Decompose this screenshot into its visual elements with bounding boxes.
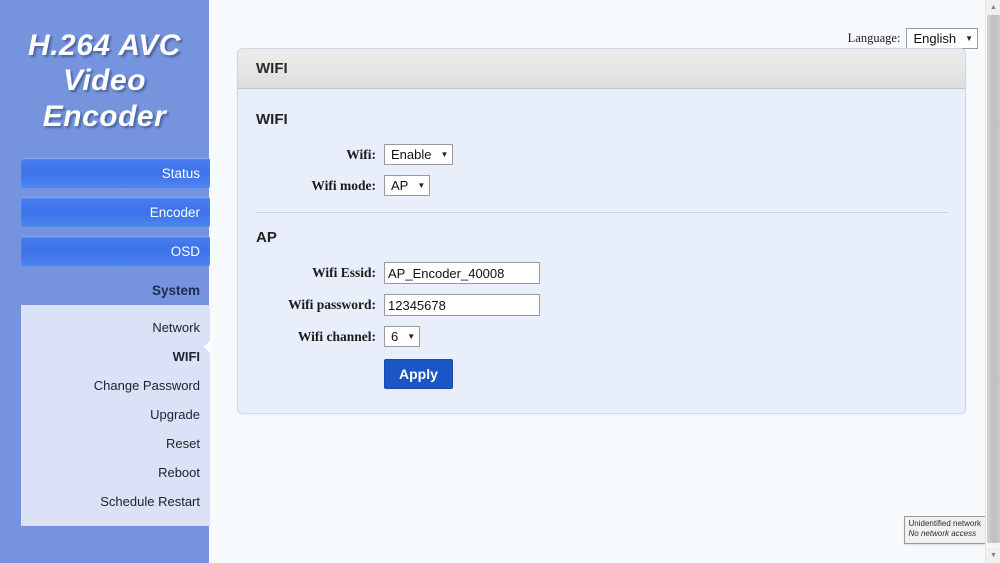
sidebar-item-label: Upgrade: [150, 407, 200, 422]
chevron-down-icon: ▼: [965, 34, 973, 43]
language-select-value: English: [913, 31, 957, 46]
sidebar-item-label: Change Password: [93, 378, 200, 393]
brand-line-1: H.264 AVC: [28, 29, 181, 62]
section-title-wifi: WIFI: [256, 111, 288, 128]
scroll-up-icon[interactable]: ▲: [986, 0, 1000, 15]
sidebar-item-network[interactable]: Network: [21, 313, 210, 342]
wifi-essid-input[interactable]: [384, 262, 540, 284]
brand-logo: H.264 AVC Video Encoder: [0, 0, 209, 134]
sidebar-item-label: Reset: [166, 436, 200, 451]
sidebar: H.264 AVC Video Encoder Status Encoder O…: [0, 0, 211, 563]
chevron-down-icon: ▼: [417, 181, 426, 190]
wifi-enable-select-value: Enable: [391, 147, 432, 162]
field-row-wifi-essid: Wifi Essid:: [238, 262, 965, 284]
field-label-wifi-mode: Wifi mode:: [311, 177, 376, 193]
sidebar-item-wifi[interactable]: WIFI: [21, 342, 210, 371]
scrollbar-thumb[interactable]: [987, 15, 1000, 543]
panel-body: WIFI Wifi: Enable ▼ Wifi mode: AP ▼ AP W: [238, 89, 965, 413]
chevron-down-icon: ▼: [440, 150, 449, 159]
sidebar-item-reboot[interactable]: Reboot: [21, 458, 210, 487]
brand-line-2: Video Encoder: [42, 64, 167, 133]
sidebar-item-encoder[interactable]: Encoder: [21, 197, 210, 227]
field-row-wifi-mode: Wifi mode: AP ▼: [238, 175, 965, 196]
active-item-pointer-icon: [204, 340, 211, 354]
sidebar-group-label: System: [151, 282, 200, 298]
apply-row: Apply: [238, 359, 965, 389]
section-title-ap: AP: [256, 229, 277, 246]
tooltip-line-2: No network access: [908, 529, 977, 539]
sidebar-item-reset[interactable]: Reset: [21, 429, 210, 458]
field-row-wifi-password: Wifi password:: [238, 294, 965, 316]
sidebar-item-label: OSD: [170, 243, 200, 259]
chevron-down-icon: ▼: [407, 332, 416, 341]
field-row-wifi-channel: Wifi channel: 6 ▼: [238, 326, 965, 347]
sidebar-item-label: Reboot: [158, 465, 200, 480]
sidebar-item-label: Status: [161, 165, 200, 181]
field-row-wifi: Wifi: Enable ▼: [238, 144, 965, 165]
sidebar-item-status[interactable]: Status: [21, 158, 210, 188]
field-label-wifi-password: Wifi password:: [288, 297, 376, 312]
language-selector: Language: English ▼: [848, 28, 978, 49]
sidebar-item-label: WIFI: [172, 349, 200, 364]
sidebar-item-label: Schedule Restart: [100, 494, 200, 509]
panel-title: WIFI: [256, 60, 288, 77]
sidebar-item-label: Encoder: [149, 204, 200, 220]
sidebar-item-change-password[interactable]: Change Password: [21, 371, 210, 400]
field-label-wifi-essid: Wifi Essid:: [312, 265, 376, 280]
wifi-channel-select-value: 6: [391, 329, 399, 344]
wifi-mode-select-value: AP: [391, 178, 409, 193]
wifi-enable-select[interactable]: Enable ▼: [384, 144, 454, 165]
wifi-panel: WIFI WIFI Wifi: Enable ▼ Wifi mode: AP ▼: [237, 48, 966, 414]
sidebar-item-upgrade[interactable]: Upgrade: [21, 400, 210, 429]
main-content: Language: English ▼ WIFI WIFI Wifi: Enab…: [211, 0, 1000, 563]
apply-button[interactable]: Apply: [384, 359, 453, 389]
sidebar-item-label: Network: [152, 320, 200, 335]
tooltip-line-1: Unidentified network: [908, 518, 981, 528]
section-divider: [256, 212, 947, 213]
wifi-password-input[interactable]: [384, 294, 540, 316]
sidebar-item-schedule-restart[interactable]: Schedule Restart: [21, 487, 210, 516]
field-label-wifi-channel: Wifi channel:: [297, 328, 376, 344]
sidebar-menu: Status Encoder OSD System Network WIFI C…: [21, 158, 211, 526]
sidebar-submenu-system: Network WIFI Change Password Upgrade Res…: [21, 305, 211, 526]
wifi-channel-select[interactable]: 6 ▼: [384, 326, 421, 347]
language-label: Language:: [847, 31, 901, 45]
field-label-wifi: Wifi:: [346, 146, 376, 162]
scroll-down-icon[interactable]: ▼: [986, 548, 1000, 563]
language-select[interactable]: English ▼: [906, 28, 978, 49]
page-scrollbar[interactable]: ▲ ▼: [985, 0, 1000, 563]
panel-header: WIFI: [238, 49, 965, 89]
network-status-tooltip: Unidentified network No network access: [903, 515, 986, 544]
sidebar-group-system[interactable]: System: [21, 275, 210, 305]
sidebar-item-osd[interactable]: OSD: [21, 236, 210, 266]
wifi-mode-select[interactable]: AP ▼: [384, 175, 431, 196]
